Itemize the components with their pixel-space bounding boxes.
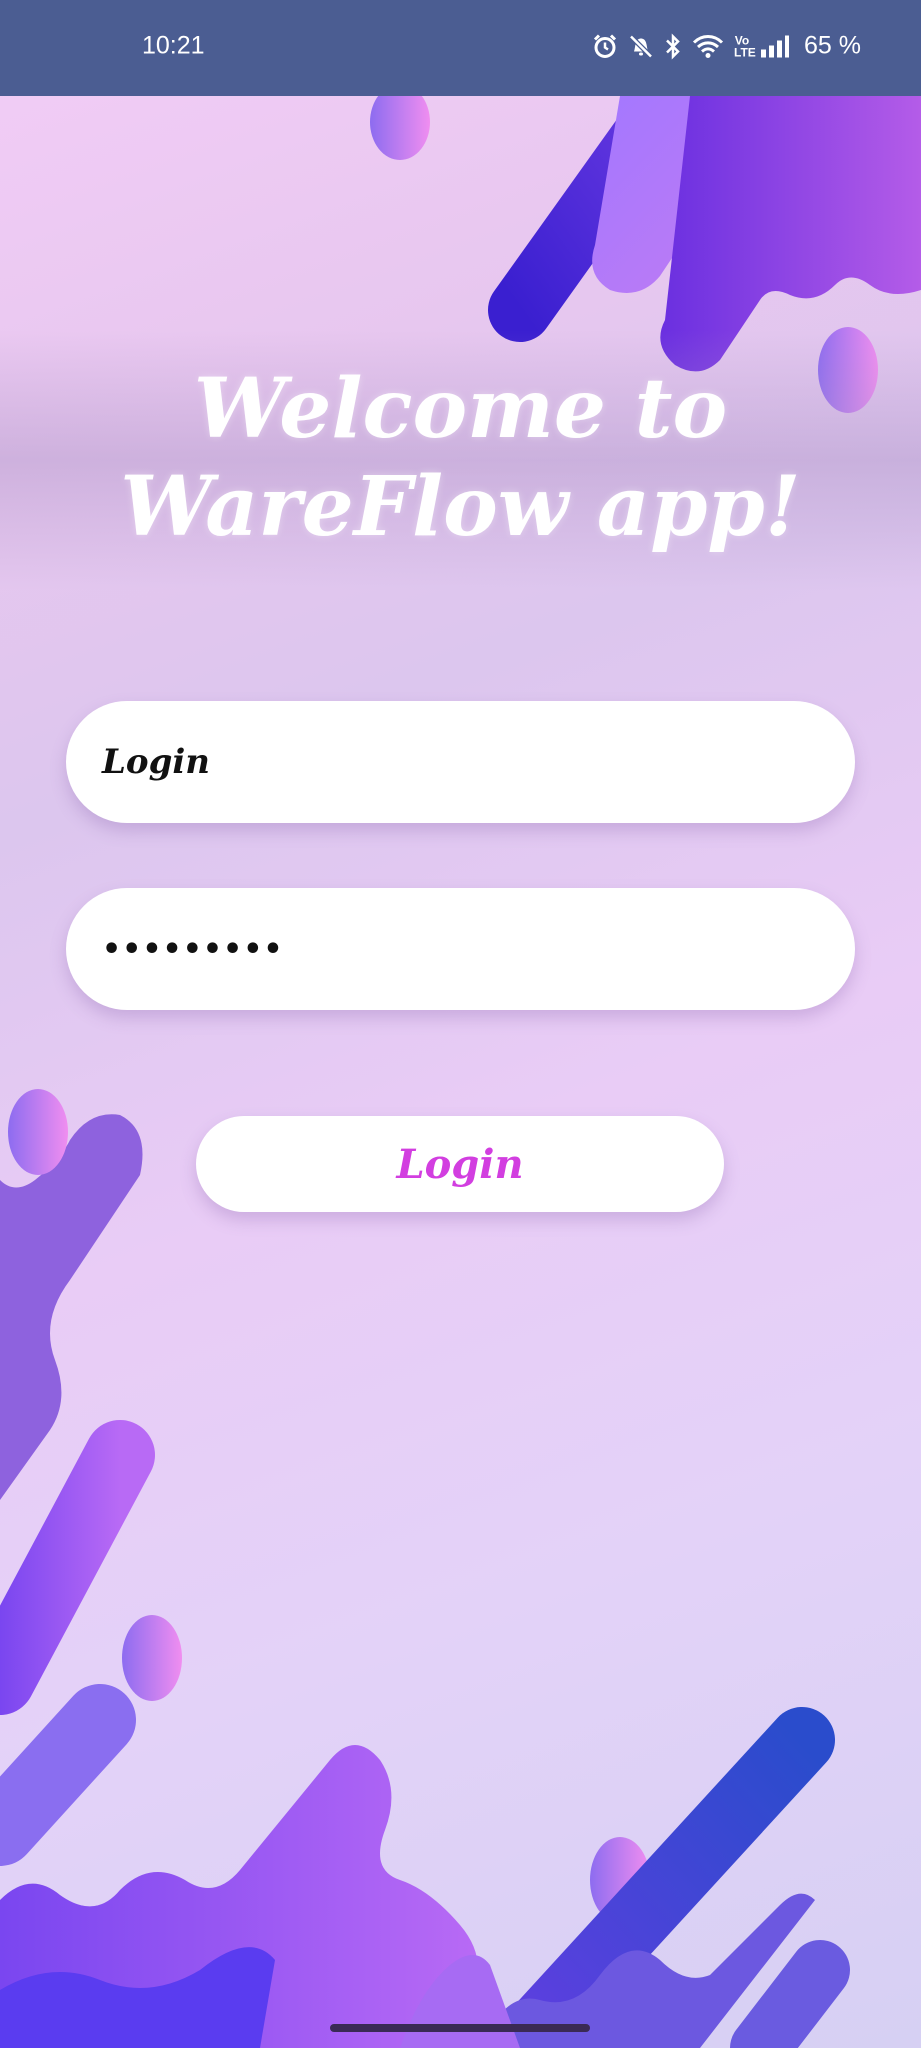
login-input-value: Login (102, 742, 210, 782)
volte-icon: Vo LTE (734, 33, 756, 59)
status-time: 10:21 (142, 31, 205, 60)
mute-icon (629, 34, 653, 58)
home-indicator[interactable] (330, 2024, 590, 2032)
alarm-icon (593, 33, 617, 58)
battery-percentage: 65 % (804, 31, 861, 60)
signal-icon (761, 35, 790, 57)
welcome-line-2: WareFlow app! (120, 459, 801, 555)
background-decoration (0, 0, 921, 2048)
status-icons: Vo LTE 65 % (592, 32, 861, 61)
wifi-icon (692, 34, 724, 58)
welcome-heading: Welcome to WareFlow app! (0, 360, 921, 556)
login-button-label: Login (396, 1140, 524, 1188)
login-input[interactable]: Login (66, 701, 855, 823)
login-button[interactable]: Login (196, 1116, 724, 1212)
password-input-value: ••••••••• (102, 931, 284, 967)
password-input[interactable]: ••••••••• (66, 888, 855, 1010)
welcome-line-1: Welcome to (193, 361, 728, 457)
status-bar: 10:21 Vo LTE 65 % (0, 0, 921, 96)
bluetooth-icon (666, 33, 680, 59)
